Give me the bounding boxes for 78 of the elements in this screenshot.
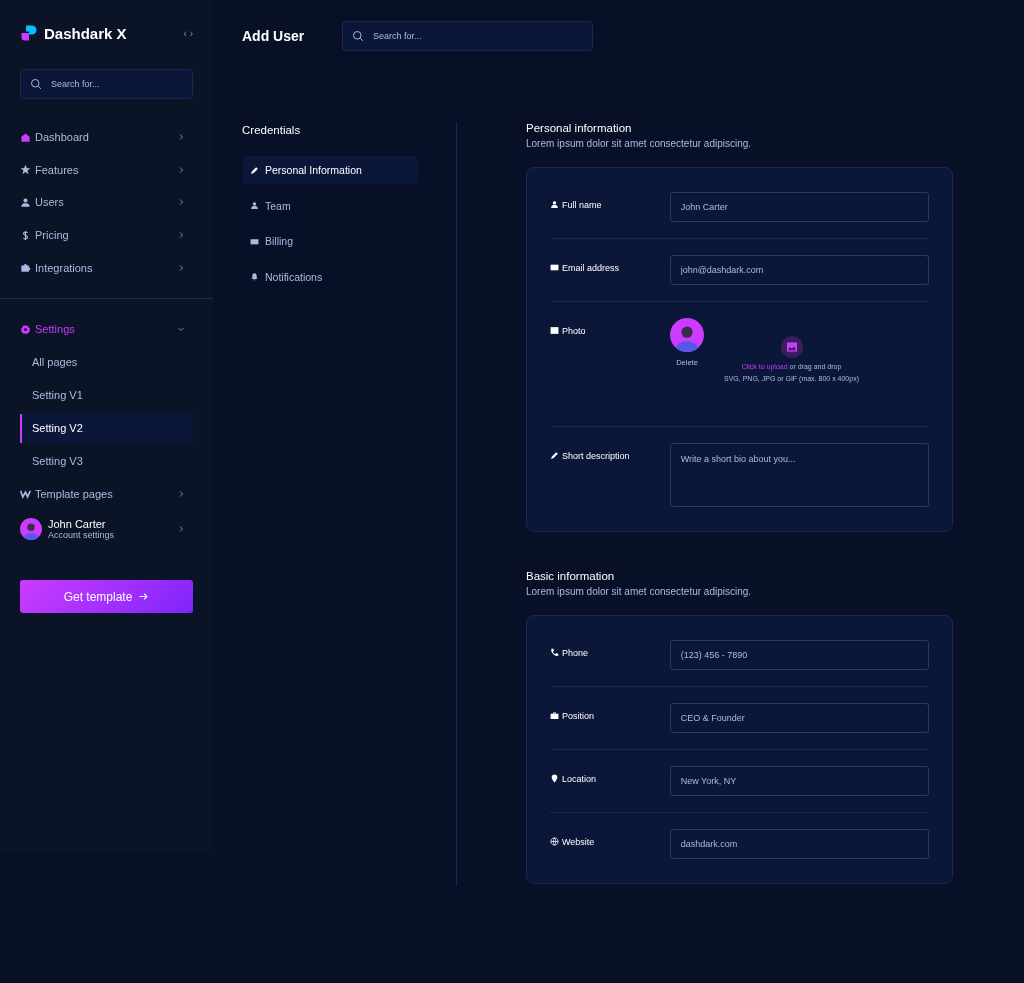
- field-label: Location: [562, 774, 597, 784]
- nav-item[interactable]: Template pages: [20, 477, 193, 511]
- card-icon: [250, 236, 259, 246]
- user-icon: [20, 197, 31, 208]
- input-field[interactable]: John Carter: [669, 192, 929, 222]
- pencil-icon: [550, 451, 559, 460]
- avatar-icon: [20, 518, 42, 541]
- chevron-right-icon: [177, 525, 185, 534]
- credentials-tab[interactable]: Team: [242, 191, 418, 220]
- user-icon: [550, 200, 559, 209]
- input-field[interactable]: CEO & Founder: [669, 703, 929, 733]
- chevron-right-icon: [177, 489, 185, 498]
- nav-item[interactable]: Pricing: [20, 218, 193, 252]
- dollar-icon: [20, 229, 31, 241]
- avatar-icon: [670, 318, 704, 352]
- user-name: John Carter: [48, 518, 107, 531]
- get-template-button[interactable]: Get template: [20, 580, 193, 614]
- field-label: Short description: [562, 451, 630, 461]
- section-title: Credentials: [242, 124, 302, 136]
- submenu-item[interactable]: Setting V2: [20, 413, 193, 443]
- envelope-icon: [550, 263, 559, 272]
- section-subtitle: Lorem ipsum dolor sit amet consectetur adipiscing.: [526, 586, 753, 597]
- chevron-down-icon: [177, 325, 185, 334]
- nav-item[interactable]: Users: [20, 186, 193, 219]
- field-label: Website: [562, 837, 595, 847]
- textarea-field[interactable]: Write a short bio about you...: [669, 443, 929, 507]
- search-icon: [30, 78, 42, 90]
- page-title: Add User: [242, 28, 306, 44]
- field-label: Position: [562, 711, 595, 721]
- globe-icon: [550, 837, 559, 846]
- search-field[interactable]: Search for...: [342, 21, 593, 51]
- account-item[interactable]: John Carter Account settings: [20, 518, 193, 541]
- bell-icon: [250, 272, 259, 282]
- chevron-right-icon: [177, 263, 185, 272]
- gear-icon: [20, 323, 31, 335]
- submenu-item[interactable]: All pages: [20, 347, 193, 377]
- briefcase-icon: [550, 711, 559, 720]
- section-title: Basic information: [526, 570, 616, 582]
- submenu-item[interactable]: Setting V3: [20, 446, 193, 476]
- nav-item[interactable]: Dashboard: [20, 121, 193, 154]
- pencil-icon: [250, 165, 259, 175]
- chevron-right-icon: [177, 198, 185, 207]
- credentials-tab[interactable]: Billing: [242, 227, 418, 256]
- star-icon: [20, 164, 31, 176]
- field-label: Full name: [562, 200, 602, 210]
- nav-item[interactable]: Integrations: [20, 251, 193, 284]
- input-field[interactable]: john@dashdark.com: [669, 255, 929, 285]
- chevron-right-icon: [177, 231, 185, 240]
- collapse-toggle[interactable]: ‹ ›: [183, 27, 193, 39]
- nav-item[interactable]: Settings: [20, 312, 193, 346]
- credentials-tab[interactable]: Personal Information: [242, 156, 418, 184]
- chevron-right-icon: [177, 133, 185, 142]
- submenu-item[interactable]: Setting V1: [20, 380, 193, 410]
- section-subtitle: Lorem ipsum dolor sit amet consectetur adipiscing.: [526, 138, 753, 149]
- search-icon: [352, 30, 364, 42]
- house-icon: [20, 131, 31, 143]
- w-letter-icon: [20, 488, 31, 500]
- section-title: Personal information: [526, 122, 633, 134]
- input-field[interactable]: (123) 456 - 7890: [669, 640, 929, 670]
- puzzle-icon: [20, 262, 31, 274]
- arrow-right-icon: [138, 591, 150, 603]
- user-subtitle: Account settings: [48, 530, 116, 541]
- pin-icon: [550, 774, 559, 783]
- input-field[interactable]: New York, NY: [669, 766, 929, 796]
- image-upload-icon: [780, 336, 803, 358]
- field-label: Email address: [562, 263, 620, 273]
- brand-name: Dashdark X: [44, 24, 128, 42]
- nav-item[interactable]: Features: [20, 153, 193, 187]
- field-label: Photo: [562, 326, 586, 336]
- search-field[interactable]: Search for...: [20, 69, 193, 99]
- input-field[interactable]: dashdark.com: [669, 829, 929, 859]
- phone-icon: [550, 648, 559, 657]
- field-label: Phone: [562, 648, 589, 658]
- user-icon: [250, 201, 259, 211]
- logo-icon: [20, 24, 38, 42]
- credentials-tab[interactable]: Notifications: [242, 262, 418, 291]
- image-icon: [550, 326, 559, 335]
- chevron-right-icon: [177, 165, 185, 174]
